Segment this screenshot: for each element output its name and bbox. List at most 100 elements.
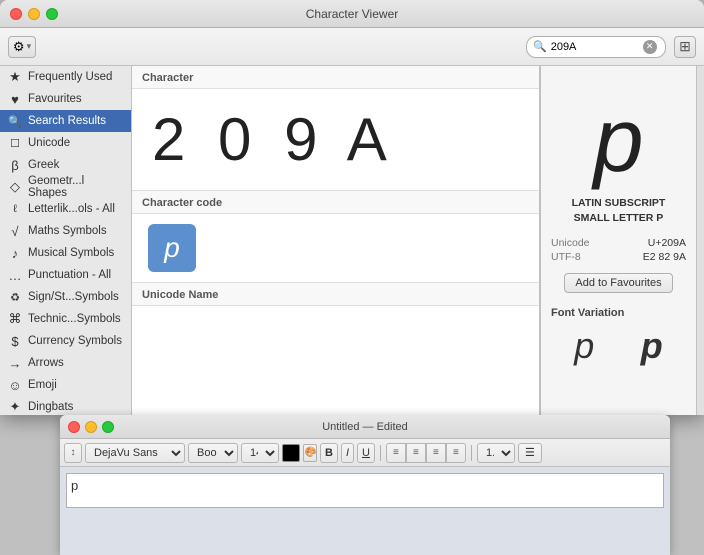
font-var-char2: p [641, 325, 663, 367]
sidebar-item-arrows[interactable]: → Arrows [0, 352, 131, 374]
sidebar-item-musical-symbols[interactable]: ♪ Musical Symbols [0, 242, 131, 264]
sidebar-item-favourites[interactable]: ♥ Favourites [0, 88, 131, 110]
char-name-label: LATIN SUBSCRIPT SMALL LETTER P [572, 196, 666, 225]
sidebar-item-currency-symbols[interactable]: $ Currency Symbols [0, 330, 131, 352]
search-box: 🔍 ✕ [526, 36, 666, 58]
sidebar-item-letterlike[interactable]: ℓ Letterlik...ols - All [0, 198, 131, 220]
text-color-picker[interactable] [282, 444, 300, 462]
close-button[interactable] [10, 8, 22, 20]
align-right-button[interactable]: ≡ [426, 443, 446, 463]
sidebar-item-frequently-used[interactable]: ★ Frequently Used [0, 66, 131, 88]
format-dropdown-toggle[interactable]: ↕ [64, 443, 82, 463]
search-clear-button[interactable]: ✕ [643, 40, 657, 54]
font-family-select[interactable]: DejaVu Sans [85, 443, 185, 463]
line-spacing-select[interactable]: 1.0 [477, 443, 515, 463]
sidebar: ★ Frequently Used ♥ Favourites 🔍 Search … [0, 66, 132, 415]
music-icon: ♪ [8, 246, 22, 261]
font-style-select[interactable]: Book [188, 443, 238, 463]
utf8-value: E2 82 9A [643, 251, 686, 263]
sidebar-item-punctuation[interactable]: … Punctuation - All [0, 264, 131, 286]
character-viewer-window: Character Viewer ⚙ ▾ 🔍 ✕ ⊞ ★ Frequently … [0, 0, 704, 415]
sidebar-item-maths-symbols[interactable]: √ Maths Symbols [0, 220, 131, 242]
text-area-wrapper: p [60, 467, 670, 555]
grid-icon: ⊞ [679, 38, 691, 55]
align-left-button[interactable]: ≡ [386, 443, 406, 463]
character-code-header: Character code [132, 191, 539, 214]
sidebar-label-sign: Sign/St...Symbols [28, 291, 119, 303]
separator2 [471, 445, 472, 461]
sidebar-label-currency: Currency Symbols [28, 335, 122, 347]
sidebar-label-greek: Greek [28, 159, 59, 171]
minimize-button[interactable] [28, 8, 40, 20]
greek-icon: β [8, 158, 22, 173]
sidebar-item-search-results[interactable]: 🔍 Search Results [0, 110, 131, 132]
technical-icon: ⌘ [8, 311, 22, 327]
window-title: Character Viewer [306, 7, 398, 21]
sidebar-label-geometric: Geometr...l Shapes [28, 175, 123, 199]
align-justify-button[interactable]: ≡ [446, 443, 466, 463]
sidebar-item-dingbats[interactable]: ✦ Dingbats [0, 396, 131, 415]
sidebar-label-musical: Musical Symbols [28, 247, 114, 259]
font-size-select[interactable]: 14 [241, 443, 279, 463]
highlight-color-button[interactable]: 🎨 [303, 444, 317, 462]
code-section: Character code p [132, 191, 539, 283]
alignment-group: ≡ ≡ ≡ ≡ [386, 443, 466, 463]
char-display: 2 0 9 A [132, 89, 539, 191]
arrow-icon: → [8, 356, 22, 371]
sidebar-label-punctuation: Punctuation - All [28, 269, 111, 281]
untitled-maximize-button[interactable] [102, 421, 114, 433]
utf8-label: UTF-8 [551, 251, 581, 263]
sidebar-label-emoji: Emoji [28, 379, 57, 391]
star-icon: ★ [8, 69, 22, 85]
untitled-minimize-button[interactable] [85, 421, 97, 433]
sidebar-item-unicode[interactable]: ☐ Unicode [0, 132, 131, 154]
char-code-preview: p [148, 224, 196, 272]
add-to-favourites-button[interactable]: Add to Favourites [564, 273, 672, 293]
gear-icon: ⚙ [13, 39, 25, 55]
sidebar-item-greek[interactable]: β Greek [0, 154, 131, 176]
gear-button[interactable]: ⚙ ▾ [8, 36, 36, 58]
untitled-traffic-lights [68, 421, 114, 433]
diamond-icon: ◇ [8, 179, 22, 195]
gear-dropdown-arrow: ▾ [27, 41, 32, 52]
underline-button[interactable]: U [357, 443, 375, 463]
document-text-area[interactable]: p [66, 473, 664, 508]
char-code-char: p [164, 232, 180, 264]
toolbar: ⚙ ▾ 🔍 ✕ ⊞ [0, 28, 704, 66]
character-header: Character [132, 66, 539, 89]
untitled-title-bar: Untitled — Edited [60, 415, 670, 439]
font-variation-chars: p p [551, 325, 686, 367]
maximize-button[interactable] [46, 8, 58, 20]
document-content: p [71, 478, 78, 493]
letterlike-icon: ℓ [8, 203, 22, 215]
italic-button[interactable]: I [341, 443, 354, 463]
sidebar-item-geometric-shapes[interactable]: ◇ Geometr...l Shapes [0, 176, 131, 198]
utf8-row: UTF-8 E2 82 9A [551, 251, 686, 263]
sidebar-label-arrows: Arrows [28, 357, 64, 369]
sidebar-item-emoji[interactable]: ☺ Emoji [0, 374, 131, 396]
unicode-value: U+209A [648, 237, 686, 249]
sidebar-label-search-results: Search Results [28, 115, 106, 127]
sidebar-item-sign-symbols[interactable]: ♻ Sign/St...Symbols [0, 286, 131, 308]
list-style-button[interactable]: ☰ [518, 443, 542, 463]
unicode-info: Unicode U+209A UTF-8 E2 82 9A [551, 237, 686, 265]
grid-view-button[interactable]: ⊞ [674, 36, 696, 58]
right-panel: p LATIN SUBSCRIPT SMALL LETTER P Unicode… [541, 66, 696, 415]
untitled-close-button[interactable] [68, 421, 80, 433]
search-input[interactable] [551, 41, 641, 53]
punctuation-icon: … [8, 268, 22, 283]
sidebar-label-letterlike: Letterlik...ols - All [28, 203, 115, 215]
untitled-title-text: Untitled — Edited [68, 421, 662, 433]
formatting-toolbar: ↕ DejaVu Sans Book 14 🎨 B I U ≡ ≡ ≡ ≡ 1.… [60, 439, 670, 467]
sidebar-label-dingbats: Dingbats [28, 401, 73, 413]
bold-button[interactable]: B [320, 443, 338, 463]
unicode-icon: ☐ [8, 137, 22, 150]
dingbats-icon: ✦ [8, 399, 22, 415]
sidebar-item-technical-symbols[interactable]: ⌘ Technic...Symbols [0, 308, 131, 330]
unicode-label: Unicode [551, 237, 590, 249]
align-center-button[interactable]: ≡ [406, 443, 426, 463]
traffic-lights [10, 8, 58, 20]
search-icon: 🔍 [533, 40, 547, 53]
scrollbar[interactable] [696, 66, 704, 415]
char-name-line2: SMALL LETTER P [574, 212, 664, 224]
